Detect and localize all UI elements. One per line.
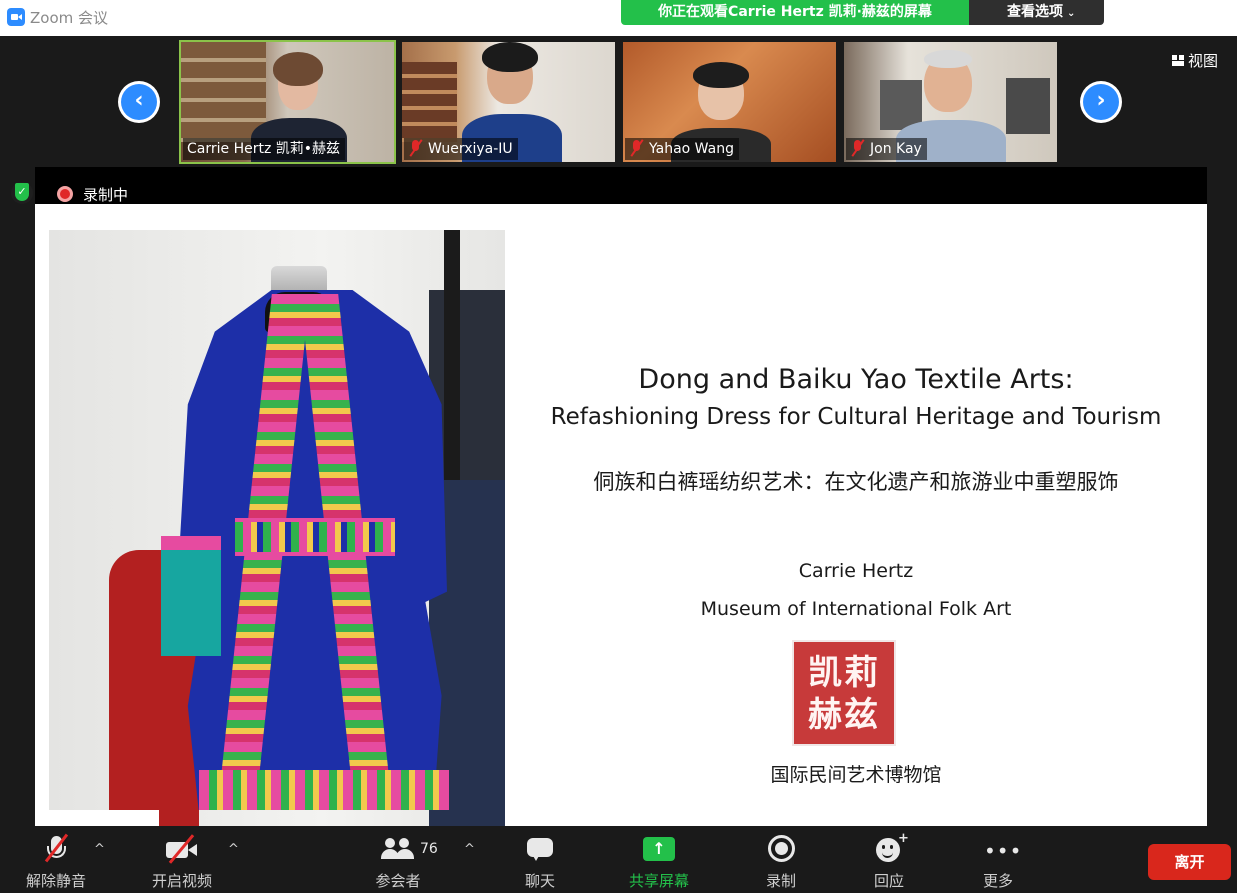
reactions-button[interactable]: + 回应: [853, 831, 925, 891]
slide-affiliation: Museum of International Folk Art: [700, 598, 1012, 620]
reactions-label: 回应: [873, 872, 904, 890]
participant-name: Wuerxiya-IU: [428, 141, 513, 157]
more-dots-icon: •••: [984, 839, 1023, 863]
seal-char: 赫: [808, 695, 844, 735]
window-title: Zoom 会议: [30, 9, 109, 27]
participant-name-bar: Yahao Wang: [625, 138, 739, 160]
participant-name: Jon Kay: [870, 141, 922, 157]
participants-options-caret[interactable]: ^: [464, 842, 475, 857]
video-tile[interactable]: Carrie Hertz 凯莉•赫兹: [179, 40, 396, 164]
share-screen-button[interactable]: ↑ 共享屏幕: [618, 834, 700, 891]
view-toggle-button[interactable]: 视图: [1172, 50, 1218, 71]
share-screen-icon: ↑: [642, 834, 676, 864]
muted-mic-icon: [850, 140, 866, 156]
view-options-button[interactable]: 查看选项 ⌄: [969, 0, 1104, 25]
bookshelf: [181, 42, 266, 142]
name-seal-stamp: 凯莉 赫兹: [792, 640, 896, 746]
participant-name-bar: Wuerxiya-IU: [404, 138, 518, 160]
muted-mic-icon: [408, 140, 424, 156]
participant-hair: [482, 42, 538, 72]
sleeve-cuff: [161, 536, 221, 656]
slide-title-chinese: 侗族和白裤瑶纺织艺术：在文化遗产和旅游业中重塑服饰: [593, 470, 1119, 494]
participants-icon: [381, 834, 415, 864]
zoom-logo-icon: [7, 8, 25, 26]
gallery-prev-button[interactable]: ‹: [118, 81, 160, 123]
record-button[interactable]: 录制: [745, 834, 817, 891]
embroidered-belt: [235, 518, 395, 556]
video-tile[interactable]: Yahao Wang: [621, 40, 838, 164]
reaction-smiley-icon: +: [874, 831, 909, 864]
screen-share-banner: 你正在观看Carrie Hertz 凯莉·赫兹的屏幕: [621, 0, 969, 25]
chat-icon: [525, 834, 555, 864]
unmute-button[interactable]: 解除静音: [20, 833, 92, 891]
muted-microphone-icon: [41, 833, 71, 864]
photo-corner: [49, 810, 159, 826]
embroidered-hem: [199, 770, 449, 810]
participant-hair: [924, 50, 972, 68]
meeting-toolbar: 解除静音 ^ 开启视频 ^ 参会者 76 ^ 聊天 ↑ 共享屏幕 录制 + 回应…: [0, 826, 1237, 893]
video-off-icon: [164, 834, 200, 864]
chat-label: 聊天: [524, 872, 555, 890]
participant-name: Yahao Wang: [649, 141, 734, 157]
muted-mic-icon: [629, 140, 645, 156]
seal-row: 凯莉: [794, 652, 894, 694]
start-video-button[interactable]: 开启视频: [146, 834, 218, 891]
shared-screen-slide: Dong and Baiku Yao Textile Arts: Refashi…: [35, 204, 1207, 826]
participant-name-bar: Jon Kay: [846, 138, 927, 160]
participants-label: 参会者: [375, 872, 421, 890]
more-label: 更多: [982, 872, 1013, 890]
bookshelf: [402, 62, 457, 142]
chevron-left-icon: ‹: [121, 84, 157, 120]
video-tile[interactable]: Jon Kay: [842, 40, 1059, 164]
leave-meeting-button[interactable]: 离开: [1148, 844, 1231, 880]
chevron-down-icon: ⌄: [1067, 8, 1076, 19]
chevron-right-icon: ›: [1083, 84, 1119, 120]
recording-label: 录制中: [83, 186, 129, 204]
gallery-next-button[interactable]: ›: [1080, 81, 1122, 123]
gallery-view-icon: [1172, 55, 1184, 66]
seal-row: 赫兹: [794, 694, 894, 736]
security-shield-icon[interactable]: [11, 182, 33, 204]
slide-subtitle: Refashioning Dress for Cultural Heritage…: [550, 404, 1162, 430]
seal-char: 莉: [844, 653, 880, 693]
audio-options-caret[interactable]: ^: [94, 842, 105, 857]
participant-hair: [693, 62, 749, 88]
view-options-label: 查看选项: [1007, 4, 1063, 20]
record-icon: [766, 834, 796, 864]
slide-affiliation-chinese: 国际民间艺术博物馆: [770, 764, 942, 786]
start-video-label: 开启视频: [151, 872, 212, 890]
record-label: 录制: [765, 872, 796, 890]
costume-photo: [49, 230, 505, 826]
seal-char: 凯: [808, 653, 844, 693]
participant-hair: [273, 52, 323, 86]
share-screen-label: 共享屏幕: [628, 872, 689, 890]
slide-title: Dong and Baiku Yao Textile Arts:: [638, 364, 1074, 395]
recording-bar: [35, 167, 1207, 204]
video-tile[interactable]: Wuerxiya-IU: [400, 40, 617, 164]
slide-author: Carrie Hertz: [798, 560, 914, 582]
chat-button[interactable]: 聊天: [504, 834, 576, 891]
seal-char: 兹: [844, 695, 880, 735]
view-label: 视图: [1188, 52, 1219, 70]
unmute-label: 解除静音: [25, 872, 86, 890]
participant-count: 76: [420, 841, 438, 857]
recording-indicator-icon: [57, 186, 73, 202]
more-button[interactable]: ••• 更多: [962, 834, 1034, 891]
wall-picture: [1006, 78, 1050, 134]
participant-name: Carrie Hertz 凯莉•赫兹: [183, 138, 346, 160]
video-options-caret[interactable]: ^: [228, 842, 239, 857]
